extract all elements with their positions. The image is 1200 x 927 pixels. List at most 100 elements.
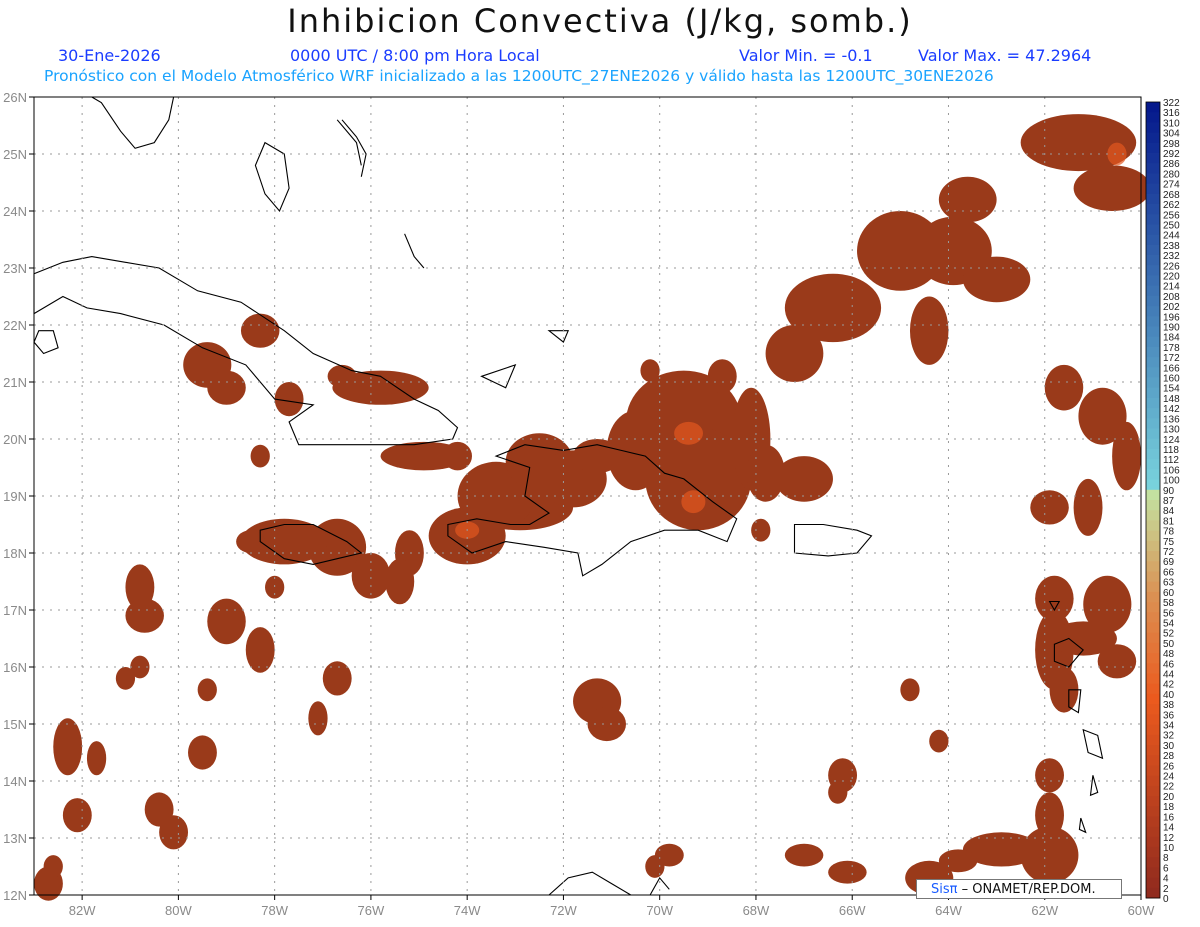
forecast-info: Pronóstico con el Modelo Atmosférico WRF…	[44, 67, 994, 85]
colorbar-swatch	[1146, 877, 1160, 889]
cin-shade-area	[1035, 575, 1074, 622]
colorbar-swatch	[1146, 397, 1160, 409]
colorbar-swatch	[1146, 693, 1160, 705]
colorbar-swatch	[1146, 306, 1160, 317]
colorbar-swatch	[1146, 295, 1160, 307]
colorbar-swatch	[1146, 367, 1160, 378]
cin-shade-area	[43, 855, 63, 878]
cin-shade-area	[53, 718, 83, 776]
lon-tick-label: 66W	[839, 903, 866, 918]
lat-tick-label: 17N	[3, 603, 27, 618]
cin-shade-area	[265, 575, 285, 599]
colorbar-swatch	[1146, 234, 1160, 246]
lon-tick-label: 82W	[69, 903, 96, 918]
colorbar-swatch	[1146, 734, 1160, 746]
colorbar-swatch	[1146, 459, 1160, 470]
colorbar-swatch	[1146, 622, 1160, 634]
colorbar-swatch	[1146, 673, 1160, 685]
cin-shade-area	[929, 729, 949, 753]
cin-shade-area	[62, 798, 92, 833]
colorbar-swatch	[1146, 795, 1160, 807]
colorbar-swatch	[1146, 775, 1160, 787]
colorbar-swatch	[1146, 132, 1160, 144]
colorbar-swatch	[1146, 785, 1160, 797]
cin-field	[34, 114, 1151, 901]
cin-shade-area	[322, 661, 352, 696]
cin-shade-area	[115, 667, 136, 690]
valid-date: 30-Ene-2026	[58, 46, 161, 65]
colorbar-swatch	[1146, 714, 1160, 725]
cin-shade-area	[962, 256, 1031, 303]
lat-tick-label: 23N	[3, 261, 27, 276]
colorbar-swatch	[1146, 112, 1160, 123]
cin-shade-area	[1112, 421, 1142, 491]
colorbar-swatch	[1146, 683, 1160, 695]
paraguana-coast	[649, 876, 670, 896]
colorbar-swatch	[1146, 275, 1160, 287]
bahamas-north-coast	[341, 119, 367, 177]
colorbar-swatch	[1146, 887, 1160, 899]
lat-tick-label: 18N	[3, 546, 27, 561]
lat-tick-label: 24N	[3, 204, 27, 219]
map-canvas: 82W 80W 78W 76W 74W 72W 70W 68W 66W 64W 62W 60W 26N 2…	[3, 90, 1180, 918]
colorbar-swatch	[1146, 408, 1160, 419]
lat-tick-label: 21N	[3, 375, 27, 390]
colorbar-swatch	[1146, 183, 1160, 195]
puerto-rico-coast	[793, 523, 873, 557]
cin-shade-area	[207, 598, 246, 645]
lon-tick-label: 80W	[165, 903, 192, 918]
cin-shade-area	[1044, 364, 1084, 411]
lat-tick-label: 22N	[3, 318, 27, 333]
colorbar-swatch	[1146, 846, 1160, 858]
cin-shade-area	[828, 781, 848, 804]
colorbar-swatch	[1146, 489, 1160, 501]
lon-tick-label: 64W	[935, 903, 962, 918]
colorbar-swatch	[1146, 836, 1160, 848]
colorbar-swatch	[1146, 826, 1160, 838]
value-min: Valor Min. = -0.1	[739, 46, 873, 65]
cin-shade-area	[1020, 826, 1079, 884]
lon-tick-label: 74W	[454, 903, 481, 918]
value-max: Valor Max. = 47.2964	[918, 46, 1092, 65]
colorbar-swatch	[1146, 642, 1160, 654]
colorbar-swatch	[1146, 336, 1160, 348]
colorbar-swatch	[1146, 653, 1160, 664]
lon-tick-label: 76W	[358, 903, 385, 918]
colorbar-swatch	[1146, 540, 1160, 552]
colorbar-swatch	[1146, 755, 1160, 766]
sispi-logo: Sisπ	[931, 882, 958, 897]
colorbar-swatch	[1146, 265, 1160, 276]
cin-shade-area	[245, 627, 275, 673]
lat-tick-label: 14N	[3, 774, 27, 789]
colorbar-swatch	[1146, 602, 1160, 613]
colorbar-swatch	[1146, 510, 1160, 521]
colorbar-swatch	[1146, 428, 1160, 440]
colorbar-swatch	[1146, 632, 1160, 644]
colorbar-swatch	[1146, 765, 1160, 776]
colorbar-swatch	[1146, 857, 1160, 868]
colorbar-swatch	[1146, 591, 1160, 603]
cin-shade-area	[751, 518, 771, 542]
cin-shade-area	[250, 444, 270, 468]
cin-high-area	[674, 421, 704, 445]
cin-shade-area	[351, 553, 391, 599]
colorbar-swatch	[1146, 479, 1160, 491]
credit-text: – ONAMET/REP.DOM.	[957, 882, 1096, 897]
cin-shade-area	[828, 860, 867, 884]
colorbar-swatch	[1146, 214, 1160, 225]
lat-tick-label: 25N	[3, 147, 27, 162]
cin-shade-area	[1083, 575, 1132, 633]
cin-shade-area	[1030, 490, 1069, 525]
inagua-coast	[480, 363, 517, 389]
colorbar-swatch	[1146, 469, 1160, 480]
colorbar-swatch	[1146, 163, 1160, 174]
cin-shade-area	[909, 296, 949, 365]
caicos-coast	[547, 330, 570, 343]
colorbar-swatch	[1146, 816, 1160, 827]
eleuthera-coast	[336, 119, 362, 166]
colorbar-swatch	[1146, 704, 1160, 715]
cin-shade-area	[707, 359, 737, 394]
cin-shade-area	[327, 364, 357, 388]
colorbar-swatch	[1146, 142, 1160, 154]
colorbar-swatch	[1146, 224, 1160, 236]
